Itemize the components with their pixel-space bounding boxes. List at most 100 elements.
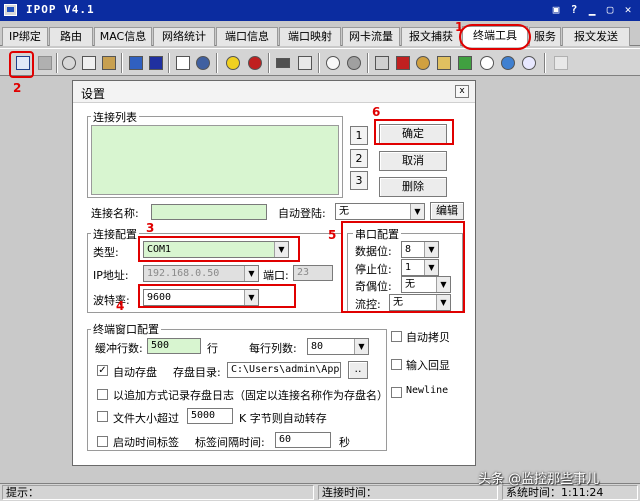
maximize-icon[interactable]: ▢: [602, 3, 618, 17]
list-button-2[interactable]: 2: [350, 149, 368, 168]
toolbar-separator: [318, 53, 320, 73]
tab-packet-send[interactable]: 报文发送: [562, 27, 630, 46]
columns-select[interactable]: 80 ▼: [307, 338, 369, 355]
connection-list-group: [87, 116, 343, 198]
tab-service[interactable]: 服务: [529, 27, 561, 46]
status-hint: 提示：: [2, 485, 314, 500]
ip-address-value: 192.168.0.50: [147, 268, 220, 279]
connection-name-label: 连接名称:: [91, 207, 139, 220]
columns-label: 每行列数:: [249, 342, 297, 355]
list-button-1[interactable]: 1: [350, 126, 368, 145]
dialog-title-bar: 设置 x: [73, 81, 475, 103]
auto-login-label: 自动登陆:: [278, 207, 326, 220]
annotation-number-3: 3: [146, 221, 155, 235]
toolbar: [0, 48, 640, 76]
file-size-label: 文件大小超过: [113, 412, 179, 425]
append-log-label: 以追加方式记录存盘日志（固定以连接名称作为存盘名）: [113, 389, 388, 402]
tab-bar: IP绑定 路由 MAC信息 网络统计 端口信息 端口映射 网卡流量 报文捕获 终…: [0, 26, 640, 47]
edit-button[interactable]: 编辑: [430, 202, 464, 220]
save-dir-input[interactable]: C:\Users\admin\AppDa: [227, 362, 341, 378]
append-log-checkbox[interactable]: [97, 389, 108, 400]
stop-icon[interactable]: [246, 54, 264, 72]
tab-ip-binding[interactable]: IP绑定: [2, 27, 48, 46]
buffer-lines-label: 缓冲行数:: [95, 342, 143, 355]
tab-nic-traffic[interactable]: 网卡流量: [342, 27, 400, 46]
toolbar-separator: [121, 53, 123, 73]
interval-unit: 秒: [339, 436, 350, 449]
connection-list[interactable]: [91, 125, 339, 195]
annotation-box-confirm: [374, 119, 454, 145]
annotation-oval-terminal-tab: [459, 24, 531, 50]
annotation-box-type: [138, 236, 300, 262]
newline-checkbox[interactable]: [391, 387, 402, 398]
search-icon[interactable]: [324, 54, 342, 72]
help-button[interactable]: ?: [566, 3, 582, 17]
file-size-unit: K 字节则自动转存: [239, 412, 327, 425]
cancel-button[interactable]: 取消: [379, 151, 447, 171]
auto-copy-checkbox[interactable]: [391, 331, 402, 342]
paste-icon[interactable]: [100, 54, 118, 72]
status-system-time: 系统时间：1:11:24: [502, 485, 638, 500]
connection-list-label: 连接列表: [91, 109, 139, 125]
log-icon[interactable]: [296, 54, 314, 72]
script-icon[interactable]: [435, 54, 453, 72]
tab-mac-info[interactable]: MAC信息: [94, 27, 152, 46]
connection-name-input[interactable]: [151, 204, 267, 220]
input-echo-checkbox[interactable]: [391, 359, 402, 370]
blank-icon: [552, 54, 570, 72]
connection-config-label: 连接配置: [91, 226, 139, 242]
font-icon[interactable]: [394, 54, 412, 72]
list-button-3[interactable]: 3: [350, 171, 368, 190]
browse-button[interactable]: ..: [348, 361, 368, 379]
tab-port-info[interactable]: 端口信息: [216, 27, 278, 46]
buffer-lines-input[interactable]: 500: [147, 338, 201, 354]
tab-packet-capture[interactable]: 报文捕获: [401, 27, 461, 46]
help-icon[interactable]: [520, 54, 538, 72]
chevron-down-icon: ▼: [244, 266, 258, 281]
terminal-config-label: 终端窗口配置: [91, 321, 161, 337]
tab-port-mapping[interactable]: 端口映射: [279, 27, 341, 46]
file-size-input[interactable]: 5000: [187, 408, 233, 424]
annotation-box-serial: [341, 221, 465, 313]
users-icon[interactable]: [194, 54, 212, 72]
tab-net-stats[interactable]: 网络统计: [153, 27, 215, 46]
delete-icon[interactable]: [36, 54, 54, 72]
zoom-icon[interactable]: [478, 54, 496, 72]
auto-login-value: 无: [339, 206, 349, 217]
annotation-number-6: 6: [372, 105, 381, 119]
interval-input[interactable]: 60: [275, 432, 331, 448]
ip-address-label: IP地址:: [93, 269, 129, 282]
port-input[interactable]: 23: [293, 265, 333, 281]
system-menu-icon[interactable]: ▣: [548, 3, 564, 17]
interval-label: 标签间隔时间:: [195, 436, 265, 449]
autosave-checkbox[interactable]: ✓: [97, 365, 108, 376]
star-icon[interactable]: [224, 54, 242, 72]
status-connect-time: 连接时间：: [318, 485, 498, 500]
cut-icon[interactable]: [60, 54, 78, 72]
run-icon[interactable]: [456, 54, 474, 72]
auto-copy-label: 自动拷贝: [406, 331, 450, 344]
tools-icon[interactable]: [414, 54, 432, 72]
copy-icon[interactable]: [80, 54, 98, 72]
minimize-icon[interactable]: ▁: [584, 3, 600, 17]
delete-button[interactable]: 删除: [379, 177, 447, 197]
auto-login-select[interactable]: 无 ▼: [335, 203, 425, 220]
toolbar-separator: [268, 53, 270, 73]
connect-icon[interactable]: [127, 54, 145, 72]
dialog-close-button[interactable]: x: [455, 85, 469, 98]
disconnect-icon[interactable]: [147, 54, 165, 72]
print-icon[interactable]: [174, 54, 192, 72]
ip-address-select[interactable]: 192.168.0.50 ▼: [143, 265, 259, 282]
timestamp-checkbox[interactable]: [97, 436, 108, 447]
gear-icon[interactable]: [345, 54, 363, 72]
type-label: 类型:: [93, 246, 119, 259]
grid-icon[interactable]: [373, 54, 391, 72]
refresh-icon[interactable]: [499, 54, 517, 72]
input-echo-label: 输入回显: [406, 359, 450, 372]
file-size-checkbox[interactable]: [97, 411, 108, 422]
chevron-down-icon: ▼: [354, 339, 368, 354]
close-icon[interactable]: ✕: [620, 3, 636, 17]
keyboard-icon[interactable]: [274, 54, 292, 72]
toolbar-separator: [56, 53, 58, 73]
tab-route[interactable]: 路由: [49, 27, 93, 46]
